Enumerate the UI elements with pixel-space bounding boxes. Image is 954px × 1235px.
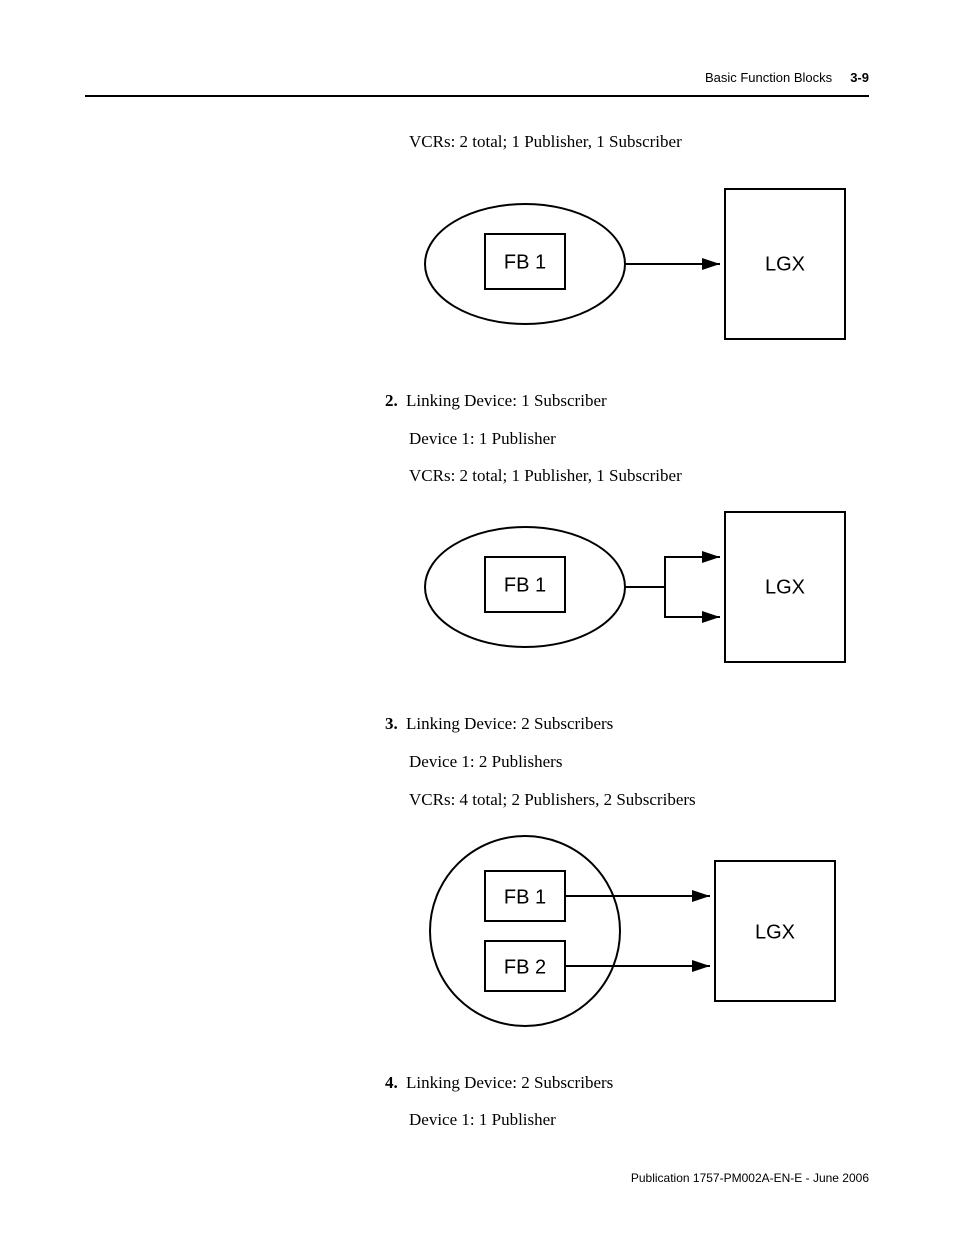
lgx-label: LGX <box>765 253 805 275</box>
fb1-label: FB 1 <box>504 251 546 273</box>
item2-number: 2. <box>385 391 398 410</box>
item3-text1: Linking Device: 2 Subscribers <box>406 714 613 733</box>
item4-text1: Linking Device: 2 Subscribers <box>406 1073 613 1092</box>
intro-vcrs-text: VCRs: 2 total; 1 Publisher, 1 Subscriber <box>409 130 869 154</box>
fb1-label-d3: FB 1 <box>504 886 546 908</box>
diagram-1: FB 1 LGX <box>415 179 869 349</box>
item4-text2: Device 1: 1 Publisher <box>409 1108 869 1132</box>
lgx-label-d2: LGX <box>765 576 805 598</box>
diagram-3: FB 1 FB 2 LGX <box>415 826 869 1036</box>
item3-number: 3. <box>385 714 398 733</box>
item3-line1: 3. Linking Device: 2 Subscribers <box>385 712 869 736</box>
lgx-label-d3: LGX <box>755 921 795 943</box>
page-number: 3-9 <box>850 70 869 85</box>
section-title: Basic Function Blocks <box>705 70 832 85</box>
item4-line1: 4. Linking Device: 2 Subscribers <box>385 1071 869 1095</box>
page-header: Basic Function Blocks 3-9 <box>705 70 869 85</box>
fb2-label-d3: FB 2 <box>504 956 546 978</box>
item2-text2: Device 1: 1 Publisher <box>409 427 869 451</box>
item2-text1: Linking Device: 1 Subscriber <box>406 391 607 410</box>
fb1-label-d2: FB 1 <box>504 574 546 596</box>
item3-text3: VCRs: 4 total; 2 Publishers, 2 Subscribe… <box>409 788 869 812</box>
header-rule <box>85 95 869 97</box>
page-content: VCRs: 2 total; 1 Publisher, 1 Subscriber… <box>85 130 869 1135</box>
item3-text2: Device 1: 2 Publishers <box>409 750 869 774</box>
publication-footer: Publication 1757-PM002A-EN-E - June 2006 <box>631 1171 869 1185</box>
diagram-2: FB 1 LGX <box>415 502 869 672</box>
item2-text3: VCRs: 2 total; 1 Publisher, 1 Subscriber <box>409 464 869 488</box>
item2-line1: 2. Linking Device: 1 Subscriber <box>385 389 869 413</box>
item4-number: 4. <box>385 1073 398 1092</box>
